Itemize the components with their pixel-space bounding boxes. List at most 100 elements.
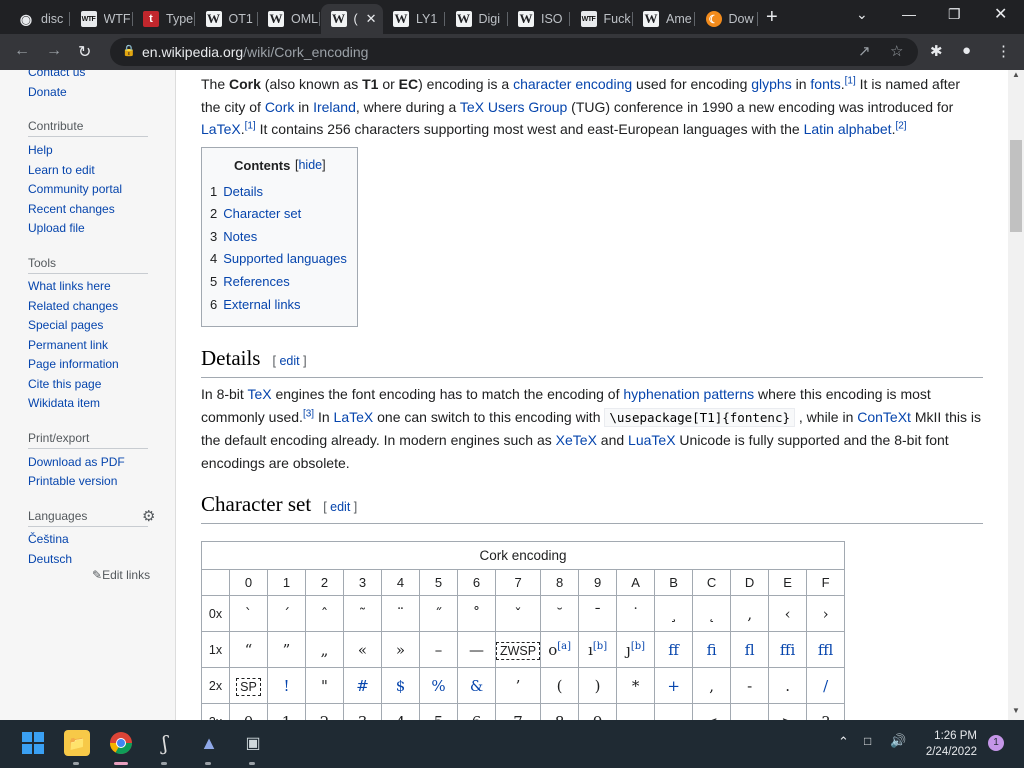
table-cell[interactable]: ˜ (343, 595, 382, 632)
table-cell[interactable]: ) (578, 667, 618, 704)
table-cell[interactable]: fl (730, 631, 770, 668)
table-cell[interactable]: ff (654, 631, 694, 668)
link-ireland[interactable]: Ireland (313, 99, 356, 115)
table-cell[interactable]: o[a] (540, 631, 580, 668)
table-cell[interactable]: - (730, 667, 770, 704)
note-link[interactable]: [a] (557, 641, 571, 652)
note-link[interactable]: [b] (631, 641, 645, 652)
table-cell[interactable]: fi (692, 631, 732, 668)
table-cell[interactable]: ı[b] (578, 631, 618, 668)
app-icon[interactable]: ▲ (196, 730, 222, 756)
show-hidden-icons-chevron-icon[interactable]: ⌃ (838, 734, 849, 750)
fontforge-icon[interactable]: ʃ (152, 730, 178, 756)
table-cell[interactable]: ´ (267, 595, 306, 632)
sidebar-link-donate[interactable]: Donate (28, 85, 67, 99)
reload-button[interactable]: ↻ (78, 42, 91, 62)
sidebar-link-permanent-link[interactable]: Permanent link (28, 338, 108, 352)
sidebar-link-community-portal[interactable]: Community portal (28, 182, 122, 196)
extensions-icon[interactable]: ✱ (930, 42, 943, 60)
link-tex[interactable]: TeX (247, 386, 271, 402)
url-text[interactable]: en.wikipedia.org/wiki/Cork_encoding (142, 44, 368, 60)
link-fonts[interactable]: fonts (810, 76, 840, 92)
table-cell[interactable]: , (692, 667, 732, 704)
table-cell[interactable]: : (616, 703, 656, 720)
close-tab-icon[interactable]: ✕ (366, 11, 377, 27)
link-tex-users-group[interactable]: TeX Users Group (460, 99, 567, 115)
table-cell[interactable]: “ (229, 631, 268, 668)
browser-tab[interactable]: W Ame (633, 4, 695, 34)
table-cell[interactable]: ˚ (457, 595, 496, 632)
menu-kebab-icon[interactable]: ⋮ (996, 42, 1011, 60)
table-cell[interactable]: 9 (578, 703, 618, 720)
toc-hide-link[interactable]: [hide] (295, 158, 326, 172)
browser-tab[interactable]: W OML (258, 4, 320, 34)
page-scrollbar[interactable]: ▲ ▼ (1008, 70, 1024, 720)
link-cork[interactable]: Cork (265, 99, 295, 115)
table-cell[interactable]: ¸ (654, 595, 694, 632)
link-context[interactable]: ConTeXt (857, 409, 911, 425)
profile-icon[interactable]: ● (962, 42, 971, 59)
browser-tab[interactable]: WTF Fuck (571, 4, 633, 34)
scroll-up-arrow-icon[interactable]: ▲ (1012, 70, 1020, 79)
table-cell[interactable]: ¨ (381, 595, 420, 632)
browser-tab[interactable]: WTF WTF (71, 4, 133, 34)
ref-2[interactable]: [2] (895, 120, 906, 131)
bookmark-star-icon[interactable]: ☆ (890, 42, 903, 60)
table-cell[interactable]: ” (267, 631, 306, 668)
table-cell[interactable]: = (730, 703, 770, 720)
table-cell[interactable]: ’ (494, 667, 542, 704)
toc-item-external-links[interactable]: 6 External links (210, 297, 301, 312)
table-cell[interactable]: 4 (381, 703, 420, 720)
link-latin-alphabet[interactable]: Latin alphabet (804, 121, 892, 137)
ref-1[interactable]: [1] (845, 75, 856, 86)
sidebar-link-special-pages[interactable]: Special pages (28, 318, 103, 332)
sidebar-link-wikidata-item[interactable]: Wikidata item (28, 396, 100, 410)
language-settings-gear-icon[interactable]: ⚙ (142, 507, 155, 525)
table-cell[interactable]: ¯ (578, 595, 618, 632)
edit-links-button[interactable]: ✎Edit links (92, 568, 150, 582)
note-link[interactable]: [b] (593, 641, 607, 652)
table-cell[interactable]: « (343, 631, 382, 668)
toc-item-supported-languages[interactable]: 4 Supported languages (210, 251, 347, 266)
table-cell[interactable]: ˇ (494, 595, 542, 632)
ref-1b[interactable]: [1] (245, 120, 256, 131)
sidebar-link-language-deutsch[interactable]: Deutsch (28, 552, 72, 566)
table-cell[interactable]: » (381, 631, 420, 668)
sidebar-link-what-links-here[interactable]: What links here (28, 279, 111, 293)
link-luatex[interactable]: LuaTeX (628, 432, 675, 448)
table-cell[interactable]: ‚ (730, 595, 770, 632)
sidebar-link-related-changes[interactable]: Related changes (28, 299, 118, 313)
forward-button[interactable]: → (46, 42, 62, 60)
browser-tab[interactable]: ☾ Dow (696, 4, 758, 34)
link-latex-2[interactable]: LaTeX (334, 409, 374, 425)
app2-icon[interactable]: ▣ (240, 730, 266, 756)
table-cell[interactable]: " (305, 667, 344, 704)
share-icon[interactable]: ↗ (858, 42, 871, 60)
browser-tab[interactable]: W Digi (446, 4, 508, 34)
table-cell[interactable]: ȷ[b] (616, 631, 656, 668)
table-cell[interactable]: ˛ (692, 595, 732, 632)
link-hyphenation-patterns[interactable]: hyphenation patterns (623, 386, 754, 402)
network-icon[interactable]: □ (864, 734, 871, 748)
toc-item-character-set[interactable]: 2 Character set (210, 206, 301, 221)
scrollbar-thumb[interactable] (1010, 140, 1022, 232)
browser-tab[interactable]: t Type (133, 4, 195, 34)
table-cell[interactable]: ‹ (768, 595, 808, 632)
file-explorer-icon[interactable]: 📁 (64, 730, 90, 756)
table-cell[interactable]: › (806, 595, 846, 632)
edit-section-character-set[interactable]: [ edit ] (323, 500, 357, 514)
table-cell[interactable]: ` (229, 595, 268, 632)
browser-tab[interactable]: W ISO (508, 4, 570, 34)
ref-3[interactable]: [3] (303, 408, 314, 419)
link-latex[interactable]: LaTeX (201, 121, 241, 137)
table-cell[interactable]: % (419, 667, 458, 704)
volume-icon[interactable]: 🔊 (890, 733, 906, 749)
toc-item-references[interactable]: 5 References (210, 274, 290, 289)
toc-item-notes[interactable]: 3 Notes (210, 229, 257, 244)
sidebar-link-recent-changes[interactable]: Recent changes (28, 202, 115, 216)
lock-icon[interactable]: 🔒 (122, 44, 136, 57)
table-cell[interactable]: „ (305, 631, 344, 668)
table-cell[interactable]: ˝ (419, 595, 458, 632)
table-cell[interactable]: ! (267, 667, 306, 704)
table-cell[interactable]: # (343, 667, 382, 704)
